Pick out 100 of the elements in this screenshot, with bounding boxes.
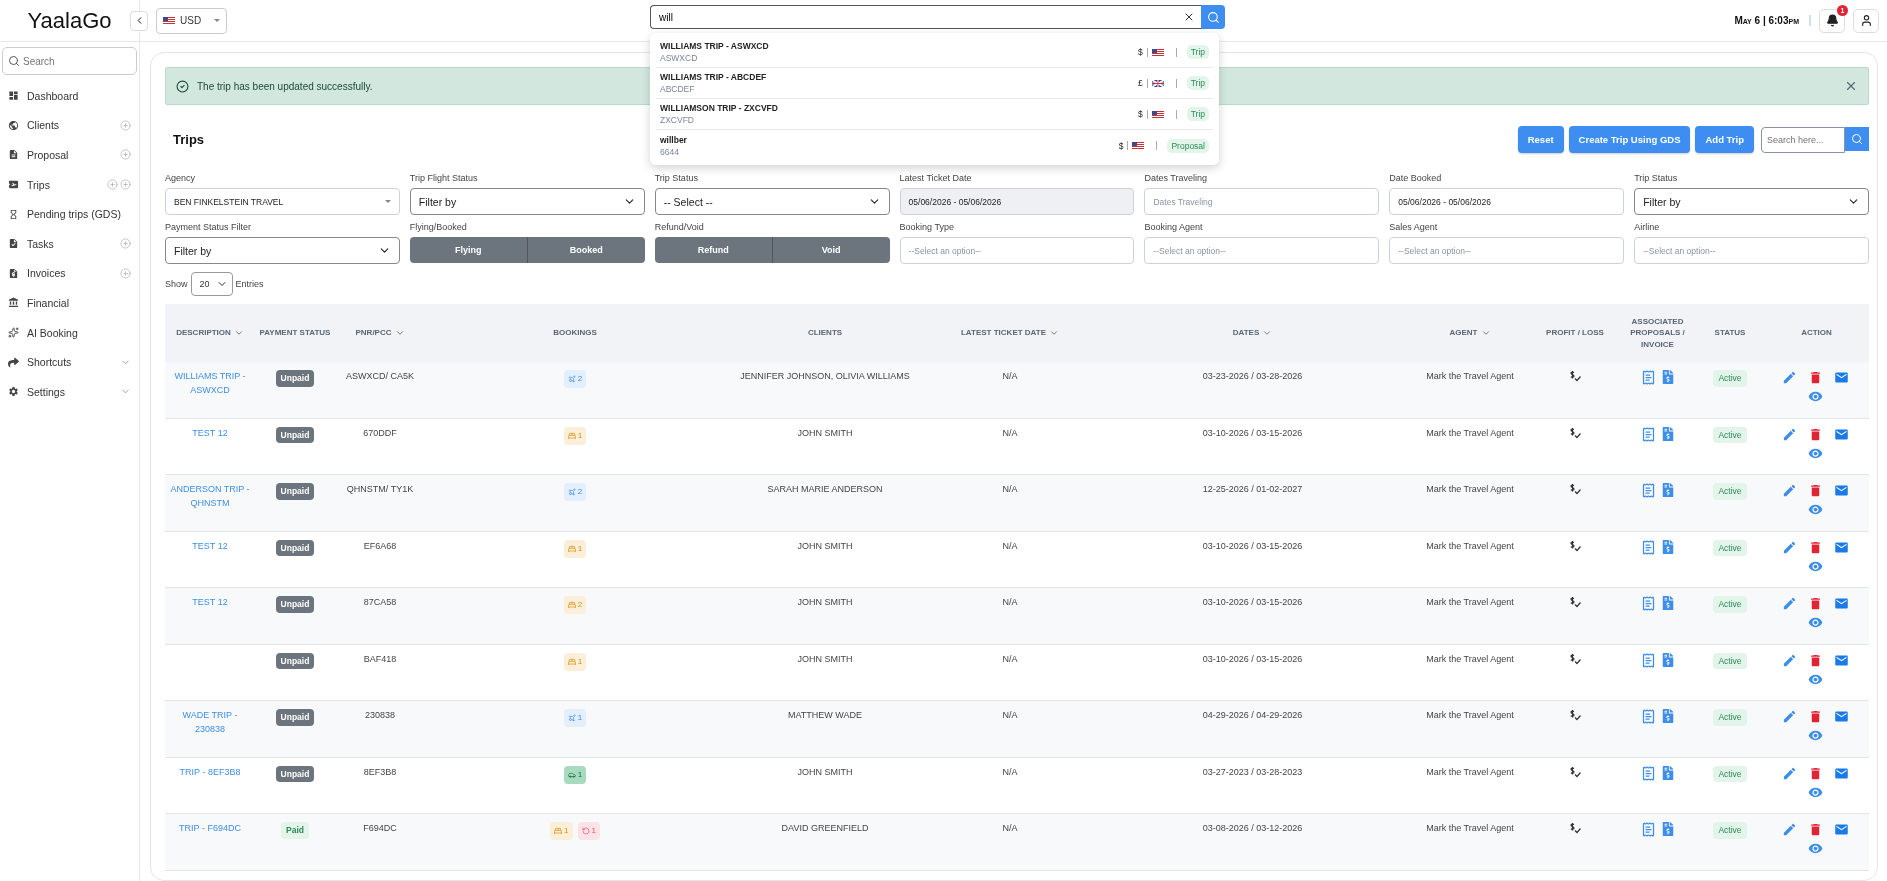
receipt-icon[interactable] bbox=[1640, 709, 1656, 724]
toggle-button[interactable]: Void bbox=[772, 237, 890, 263]
trip-link[interactable]: TEST 12 bbox=[192, 426, 228, 440]
global-search-input[interactable]: will bbox=[650, 5, 1177, 29]
invoice-icon[interactable] bbox=[1660, 822, 1675, 836]
mail-icon[interactable] bbox=[1833, 822, 1849, 837]
mail-icon[interactable] bbox=[1833, 483, 1849, 498]
option-field[interactable]: --Select an option-- bbox=[1389, 237, 1625, 264]
invoice-icon[interactable] bbox=[1660, 370, 1675, 384]
sort-icon[interactable] bbox=[1480, 328, 1491, 338]
invoice-icon[interactable] bbox=[1660, 652, 1675, 667]
sidebar-item[interactable]: AI Booking bbox=[2, 317, 137, 348]
trip-link[interactable]: TEST 12 bbox=[192, 539, 228, 553]
entries-select[interactable]: 20 bbox=[190, 272, 233, 296]
edit-icon[interactable] bbox=[1781, 822, 1797, 837]
option-field[interactable]: Dates Traveling bbox=[1144, 188, 1380, 215]
invoice-icon[interactable] bbox=[1660, 426, 1675, 441]
action-button[interactable]: Add Trip bbox=[1695, 126, 1754, 153]
edit-icon[interactable] bbox=[1781, 370, 1797, 385]
mail-icon[interactable] bbox=[1833, 596, 1849, 611]
search-result[interactable]: WILLIAMS TRIP - ASWXCD ASWXCD $ Trip bbox=[656, 37, 1213, 68]
mail-icon[interactable] bbox=[1833, 370, 1849, 385]
sort-icon[interactable] bbox=[233, 328, 244, 338]
search-button[interactable] bbox=[1845, 126, 1869, 151]
sidebar-item[interactable]: Shortcuts bbox=[2, 347, 137, 377]
date-range-field[interactable]: 05/06/2026 - 05/06/2026 bbox=[1389, 188, 1625, 215]
invoice-icon[interactable] bbox=[1660, 709, 1675, 723]
sidebar-item[interactable]: Proposal bbox=[2, 140, 137, 170]
edit-icon[interactable] bbox=[1781, 426, 1797, 442]
view-icon[interactable] bbox=[1807, 502, 1823, 517]
receipt-icon[interactable] bbox=[1640, 822, 1656, 837]
edit-icon[interactable] bbox=[1781, 709, 1797, 724]
add-icon[interactable] bbox=[120, 267, 131, 279]
filter-select[interactable]: -- Select -- bbox=[654, 188, 890, 215]
trip-link[interactable]: TEST 12 bbox=[192, 596, 228, 610]
invoice-icon[interactable] bbox=[1660, 765, 1675, 780]
column-header[interactable]: LATEST TICKET DATE bbox=[961, 327, 1046, 339]
option-field[interactable]: --Select an option-- bbox=[1144, 237, 1380, 264]
sort-icon[interactable] bbox=[394, 328, 405, 338]
add-icon[interactable] bbox=[120, 149, 131, 161]
invoice-icon[interactable] bbox=[1660, 539, 1675, 554]
agency-select[interactable]: BEN FINKELSTEIN TRAVEL bbox=[165, 188, 400, 215]
close-button[interactable] bbox=[1844, 79, 1858, 93]
filter-select[interactable]: Filter by bbox=[409, 188, 645, 215]
sidebar-item[interactable]: Settings bbox=[2, 376, 137, 407]
sidebar-item[interactable]: Trips bbox=[2, 169, 137, 200]
sidebar-item[interactable]: Financial bbox=[2, 288, 137, 318]
search-result[interactable]: willber 6644 $ Proposal bbox=[656, 130, 1213, 161]
toggle-button[interactable]: Refund bbox=[654, 237, 773, 263]
action-button[interactable]: Reset bbox=[1517, 126, 1564, 153]
view-icon[interactable] bbox=[1807, 841, 1823, 856]
add-icon[interactable] bbox=[120, 119, 131, 131]
receipt-icon[interactable] bbox=[1640, 596, 1656, 611]
edit-icon[interactable] bbox=[1781, 483, 1797, 498]
receipt-icon[interactable] bbox=[1640, 539, 1656, 555]
edit-icon[interactable] bbox=[1781, 765, 1797, 781]
receipt-icon[interactable] bbox=[1640, 765, 1656, 781]
action-button[interactable]: Create Trip Using GDS bbox=[1568, 126, 1691, 153]
column-header[interactable]: DESCRIPTION bbox=[176, 327, 231, 339]
edit-icon[interactable] bbox=[1781, 596, 1797, 611]
receipt-icon[interactable] bbox=[1640, 483, 1656, 498]
option-field[interactable]: --Select an option-- bbox=[1634, 237, 1869, 264]
trip-link[interactable]: TRIP - F694DC bbox=[179, 822, 241, 836]
column-header[interactable]: AGENT bbox=[1449, 327, 1478, 339]
mail-icon[interactable] bbox=[1833, 709, 1849, 724]
sort-icon[interactable] bbox=[1049, 328, 1059, 338]
receipt-icon[interactable] bbox=[1640, 426, 1656, 442]
search-result[interactable]: WILLIAMS TRIP - ABCDEF ABCDEF £ Trip bbox=[656, 68, 1213, 99]
trip-link[interactable]: TRIP - 8EF3B8 bbox=[179, 765, 241, 779]
filter-select[interactable]: Filter by bbox=[165, 237, 400, 264]
edit-icon[interactable] bbox=[1781, 652, 1797, 668]
toggle-button[interactable]: Flying bbox=[409, 237, 528, 263]
sidebar-item[interactable]: Dashboard bbox=[2, 81, 137, 111]
currency-select[interactable]: USD bbox=[156, 7, 228, 34]
trip-link[interactable]: ANDERSON TRIP - QHNSTM bbox=[168, 483, 252, 510]
sort-icon[interactable] bbox=[1262, 328, 1273, 338]
edit-icon[interactable] bbox=[1781, 539, 1797, 555]
sidebar-item[interactable]: Clients bbox=[2, 110, 137, 141]
clear-button[interactable] bbox=[1177, 5, 1201, 29]
column-header[interactable]: DATES bbox=[1232, 327, 1260, 339]
invoice-icon[interactable] bbox=[1660, 596, 1675, 610]
filter-select[interactable]: Filter by bbox=[1634, 188, 1869, 215]
trip-link[interactable]: WADE TRIP - 230838 bbox=[168, 709, 252, 736]
receipt-icon[interactable] bbox=[1640, 652, 1656, 668]
sidebar-search-input[interactable]: Search bbox=[2, 47, 137, 75]
view-icon[interactable] bbox=[1807, 389, 1823, 404]
table-search-input[interactable]: Search here... bbox=[1761, 126, 1845, 153]
search-result[interactable]: WILLIAMSON TRIP - ZXCVFD ZXCVFD $ Trip bbox=[656, 99, 1213, 130]
collapse-button[interactable] bbox=[130, 10, 148, 31]
sidebar-item[interactable]: Pending trips (GDS) bbox=[2, 199, 137, 229]
sidebar-item[interactable]: Invoices bbox=[2, 258, 137, 289]
sidebar-item[interactable]: Tasks bbox=[2, 228, 137, 259]
profile-button[interactable] bbox=[1853, 8, 1879, 33]
toggle-button[interactable]: Booked bbox=[527, 237, 645, 263]
option-field[interactable]: --Select an option-- bbox=[899, 237, 1135, 264]
view-icon[interactable] bbox=[1807, 615, 1823, 630]
add-icon[interactable] bbox=[107, 179, 118, 191]
trip-link[interactable]: WILLIAMS TRIP - ASWXCD bbox=[168, 370, 252, 397]
invoice-icon[interactable] bbox=[1660, 483, 1675, 497]
receipt-icon[interactable] bbox=[1640, 370, 1656, 385]
